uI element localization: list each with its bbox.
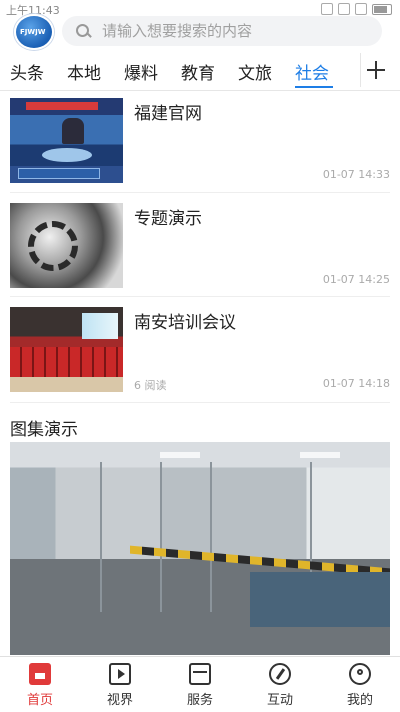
nav-label: 视界 — [106, 693, 133, 708]
nav-vision[interactable]: 视界 — [80, 663, 160, 708]
search-bar[interactable] — [62, 16, 382, 46]
news-thumbnail — [10, 203, 123, 288]
app-logo[interactable]: FJWJW — [14, 14, 54, 50]
nav-interact[interactable]: 互动 — [240, 663, 320, 708]
glass-partition — [100, 462, 102, 612]
category-tabs: 头条 本地 爆料 教育 文旅 社会 — [0, 50, 400, 91]
gallery-image[interactable] — [10, 442, 390, 655]
news-item[interactable]: 专题演示 01-07 14:25 — [10, 203, 390, 303]
nav-label: 我的 — [346, 693, 373, 708]
news-thumbnail — [10, 307, 123, 392]
thumb-ticker — [18, 168, 100, 179]
bottom-navigation: 首页 视界 服务 互动 我的 — [0, 656, 400, 712]
glass-partition — [160, 462, 162, 612]
thumb-window — [82, 313, 118, 339]
tab-society[interactable]: 社会 — [295, 59, 329, 84]
news-reads: 6 阅读 — [134, 379, 167, 392]
service-icon — [189, 663, 211, 685]
news-time: 01-07 14:25 — [322, 273, 390, 286]
news-title[interactable]: 福建官网 — [134, 99, 202, 124]
video-icon — [109, 663, 131, 685]
tab-culture-tourism[interactable]: 文旅 — [238, 59, 272, 84]
news-thumbnail — [10, 98, 123, 183]
gallery-title[interactable]: 图集演示 — [10, 415, 78, 440]
news-item[interactable]: 福建官网 01-07 14:33 — [10, 98, 390, 198]
thumb-gear — [28, 221, 78, 271]
nav-service[interactable]: 服务 — [160, 663, 240, 708]
tab-education[interactable]: 教育 — [181, 59, 215, 84]
divider — [10, 192, 390, 193]
thumb-banner — [26, 102, 98, 110]
divider — [10, 296, 390, 297]
tab-headlines[interactable]: 头条 — [10, 59, 44, 84]
home-icon — [29, 663, 51, 685]
active-tab-indicator — [295, 86, 333, 88]
news-title[interactable]: 专题演示 — [134, 204, 202, 229]
nav-mine[interactable]: 我的 — [320, 663, 400, 708]
search-input[interactable] — [100, 21, 364, 41]
news-time: 01-07 14:33 — [322, 168, 390, 181]
tab-local[interactable]: 本地 — [67, 59, 101, 84]
thumb-seats — [10, 347, 123, 377]
glass-partition — [210, 462, 212, 612]
nav-label: 服务 — [186, 693, 213, 708]
news-title[interactable]: 南安培训会议 — [134, 308, 236, 333]
thumb-anchor — [62, 118, 84, 144]
ceiling-light — [160, 452, 200, 458]
nav-label: 互动 — [266, 693, 293, 708]
add-channel-icon[interactable] — [360, 53, 393, 87]
ceiling-light — [300, 452, 340, 458]
profile-icon — [349, 663, 371, 685]
nav-home[interactable]: 首页 — [0, 663, 80, 708]
news-item[interactable]: 南安培训会议 6 阅读 01-07 14:18 — [10, 307, 390, 407]
thumb-globe — [42, 148, 92, 162]
divider — [10, 402, 390, 403]
app-header: FJWJW — [0, 12, 400, 50]
nav-label: 首页 — [26, 693, 53, 708]
news-time: 01-07 14:18 — [322, 377, 390, 390]
compass-icon — [269, 663, 291, 685]
logo-text: FJWJW — [20, 28, 46, 36]
search-icon — [76, 24, 90, 38]
tab-tipoff[interactable]: 爆料 — [124, 59, 158, 84]
office-desks — [250, 572, 390, 627]
